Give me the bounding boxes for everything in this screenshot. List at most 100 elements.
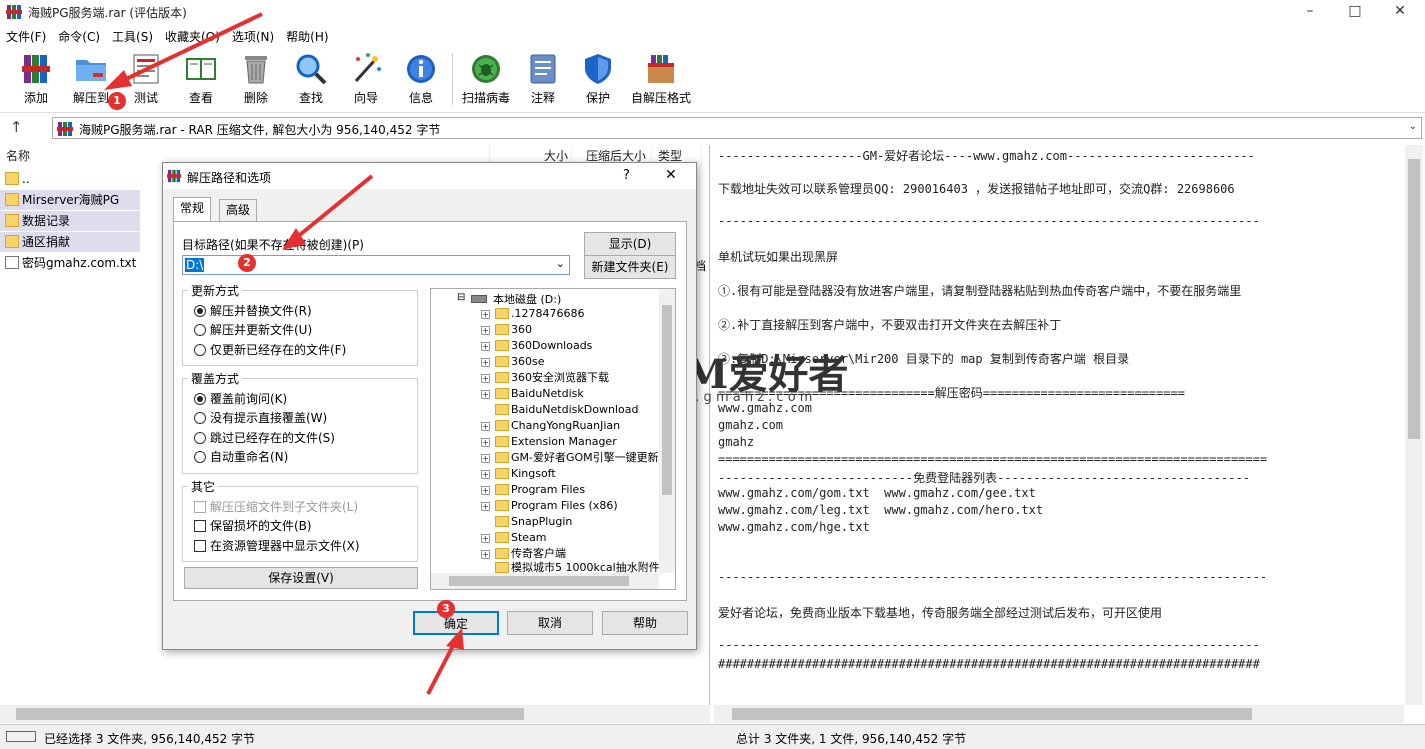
close-button[interactable]: ✕: [1377, 0, 1423, 24]
scroll-thumb[interactable]: [1408, 159, 1420, 439]
radio-overwrite-silently[interactable]: 没有提示直接覆盖(W): [194, 409, 327, 427]
tree-vertical-scrollbar[interactable]: [659, 289, 675, 573]
list-item[interactable]: 数据记录: [0, 211, 140, 231]
folder-tree[interactable]: ⊟ 本地磁盘 (D:) + .1278476686 +360 +360Downlo…: [430, 288, 676, 590]
collapse-icon[interactable]: ⊟: [457, 292, 465, 303]
list-item[interactable]: 密码gmahz.com.txt: [0, 253, 140, 273]
delete-button[interactable]: 删除: [229, 51, 283, 106]
extract-dialog: 解压路径和选项 ? ✕ 常规 高级 目标路径(如果不存在将被创建)(P) D:\…: [162, 162, 697, 650]
radio-update-existing[interactable]: 仅更新已经存在的文件(F): [194, 341, 346, 359]
tree-node[interactable]: + Kingsoft: [481, 466, 556, 482]
list-item[interactable]: Mirserver海贼PG: [0, 190, 140, 210]
expand-icon[interactable]: +: [481, 358, 490, 367]
tree-node[interactable]: + Steam: [481, 530, 547, 546]
sfx-label: 自解压格式: [630, 91, 691, 105]
tab-general[interactable]: 常规: [173, 197, 212, 221]
wizard-button[interactable]: 向导: [339, 51, 393, 106]
comment-vertical-scrollbar[interactable]: [1405, 145, 1423, 705]
annotation-badge-1: 1: [108, 92, 126, 110]
tree-node[interactable]: + GM-爱好者GOM引擎一键更新: [481, 450, 659, 466]
protect-label: 保护: [585, 91, 610, 105]
expand-icon[interactable]: +: [481, 438, 490, 447]
view-label: 查看: [188, 91, 213, 105]
comment-line: ----------------------------------------…: [718, 638, 1260, 652]
expand-icon[interactable]: +: [481, 310, 490, 319]
tree-node[interactable]: + Program Files (x86): [481, 498, 618, 514]
radio-extract-replace[interactable]: 解压并替换文件(R): [194, 302, 312, 320]
menu-tools[interactable]: 工具(S): [106, 26, 159, 47]
menu-command[interactable]: 命令(C): [52, 26, 106, 47]
comment-horizontal-scrollbar[interactable]: [714, 705, 1404, 723]
check-keep-broken[interactable]: 保留损坏的文件(B): [194, 517, 312, 535]
test-button[interactable]: 测试: [119, 51, 173, 106]
menu-help[interactable]: 帮助(H): [280, 26, 334, 47]
info-button[interactable]: 信息: [394, 51, 448, 106]
radio-ask-before[interactable]: 覆盖前询问(K): [194, 390, 287, 408]
expand-icon[interactable]: +: [481, 390, 490, 399]
ok-button[interactable]: 确定: [413, 611, 499, 635]
new-folder-button[interactable]: 新建文件夹(E): [584, 255, 676, 279]
tree-node-label: BaiduNetdiskDownload: [511, 403, 639, 416]
scroll-thumb[interactable]: [732, 708, 1252, 720]
comment-line: www.gmahz.com/hge.txt: [718, 520, 870, 534]
expand-icon[interactable]: +: [481, 470, 490, 479]
add-button[interactable]: 添加: [9, 51, 63, 106]
tree-horizontal-scrollbar[interactable]: [431, 573, 659, 589]
chevron-down-icon[interactable]: ⌄: [556, 257, 565, 270]
protect-button[interactable]: 保护: [571, 51, 625, 106]
sfx-button[interactable]: 自解压格式: [626, 51, 696, 106]
scroll-thumb[interactable]: [16, 708, 524, 720]
tab-advanced[interactable]: 高级: [219, 199, 258, 221]
comment-button[interactable]: 注释: [516, 51, 570, 106]
tree-node[interactable]: + Program Files: [481, 482, 585, 498]
list-item[interactable]: 通区捐献: [0, 232, 140, 252]
delete-label: 删除: [243, 91, 268, 105]
help-question-button[interactable]: ?: [623, 168, 630, 183]
expand-icon[interactable]: +: [481, 502, 490, 511]
virus-scan-button[interactable]: 扫描病毒: [459, 51, 513, 106]
find-button[interactable]: 查找: [284, 51, 338, 106]
maximize-button[interactable]: □: [1332, 0, 1378, 24]
cancel-button[interactable]: 取消: [507, 611, 593, 635]
expand-icon[interactable]: +: [481, 454, 490, 463]
up-arrow-icon[interactable]: ↑: [10, 118, 30, 136]
tree-node[interactable]: +360: [481, 322, 532, 338]
tree-node[interactable]: + .1278476686: [481, 306, 584, 322]
view-button[interactable]: 查看: [174, 51, 228, 106]
expand-icon[interactable]: +: [481, 374, 490, 383]
tree-node[interactable]: +360se: [481, 354, 545, 370]
tree-node[interactable]: BaiduNetdiskDownload: [495, 402, 639, 418]
save-settings-button[interactable]: 保存设置(V): [184, 567, 418, 589]
radio-skip-existing[interactable]: 跳过已经存在的文件(S): [194, 429, 335, 447]
dialog-close-icon[interactable]: ✕: [665, 167, 677, 183]
check-show-in-explorer[interactable]: 在资源管理器中显示文件(X): [194, 537, 360, 555]
tree-node[interactable]: +360Downloads: [481, 338, 592, 354]
tree-node[interactable]: + Extension Manager: [481, 434, 617, 450]
tree-node[interactable]: +360安全浏览器下载: [481, 370, 609, 386]
chevron-down-icon[interactable]: ⌄: [1409, 121, 1417, 132]
expand-icon[interactable]: +: [481, 342, 490, 351]
menu-file[interactable]: 文件(F): [0, 26, 52, 47]
tree-node[interactable]: + BaiduNetdisk: [481, 386, 584, 402]
archive-comment-pane: --------------------GM-爱好者论坛----www.gmah…: [714, 145, 1404, 705]
menu-options[interactable]: 选项(N): [226, 26, 280, 47]
scroll-thumb[interactable]: [662, 305, 672, 495]
help-button[interactable]: 帮助: [602, 611, 688, 635]
expand-icon[interactable]: +: [481, 550, 490, 559]
expand-icon[interactable]: +: [481, 326, 490, 335]
menu-favorites[interactable]: 收藏夹(O): [159, 26, 226, 47]
option-label: 仅更新已经存在的文件(F): [210, 343, 347, 357]
radio-extract-update[interactable]: 解压并更新文件(U): [194, 321, 312, 339]
tree-node[interactable]: SnapPlugin: [495, 514, 572, 530]
scroll-thumb[interactable]: [449, 576, 629, 586]
expand-icon[interactable]: +: [481, 534, 490, 543]
file-list-horizontal-scrollbar[interactable]: [0, 705, 710, 723]
radio-auto-rename[interactable]: 自动重命名(N): [194, 448, 288, 466]
archive-path-field[interactable]: 海贼PG服务端.rar - RAR 压缩文件, 解包大小为 956,140,45…: [52, 117, 1422, 139]
expand-icon[interactable]: +: [481, 486, 490, 495]
list-item[interactable]: ..: [0, 169, 140, 189]
tree-node[interactable]: + ChangYongRuanJian: [481, 418, 620, 434]
show-button[interactable]: 显示(D): [584, 232, 676, 256]
minimize-button[interactable]: –: [1287, 0, 1333, 24]
expand-icon[interactable]: +: [481, 422, 490, 431]
